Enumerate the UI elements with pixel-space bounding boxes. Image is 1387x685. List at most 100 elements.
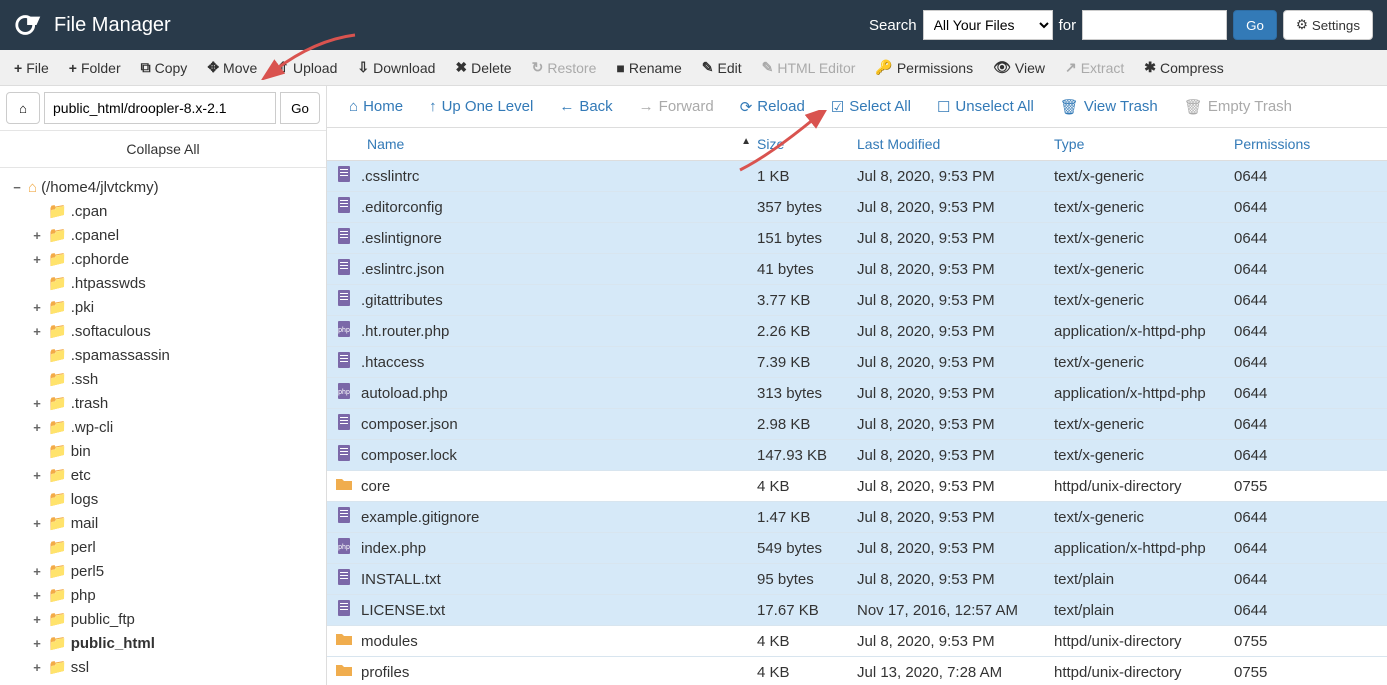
edit-button[interactable]: ✎Edit	[692, 50, 752, 86]
tree-item-perl5[interactable]: +📁perl5	[30, 559, 316, 583]
home-button[interactable]: ⌂Home	[337, 87, 415, 127]
file-button[interactable]: +File	[4, 50, 59, 86]
move-button[interactable]: ✥Move	[197, 50, 267, 86]
col-size[interactable]: Size	[757, 136, 857, 152]
tree-item-tmp[interactable]: +📁tmp	[30, 679, 316, 685]
tree-item-softaculous[interactable]: +📁.softaculous	[30, 319, 316, 343]
file-row[interactable]: core4 KBJul 8, 2020, 9:53 PMhttpd/unix-d…	[327, 471, 1387, 502]
file-row[interactable]: INSTALL.txt95 bytesJul 8, 2020, 9:53 PMt…	[327, 564, 1387, 595]
path-go-button[interactable]: Go	[280, 92, 320, 124]
col-modified[interactable]: Last Modified	[857, 136, 1054, 152]
tree-item-cpanel[interactable]: +📁.cpanel	[30, 223, 316, 247]
reload-button[interactable]: ⟳Reload	[728, 87, 817, 127]
tree-item-public_html[interactable]: +📁public_html	[30, 631, 316, 655]
search-scope-select[interactable]: All Your Files	[923, 10, 1053, 40]
copy-button[interactable]: ⧉Copy	[131, 50, 198, 86]
file-permissions: 0644	[1234, 540, 1334, 557]
tree-item-mail[interactable]: +📁mail	[30, 511, 316, 535]
file-icon	[327, 289, 361, 311]
tree-item-php[interactable]: +📁php	[30, 583, 316, 607]
delete-button[interactable]: ✖Delete	[445, 50, 521, 86]
home-icon: ⌂	[349, 98, 358, 115]
file-icon: php	[327, 320, 361, 342]
tree-toggle-icon[interactable]: +	[30, 612, 44, 627]
path-input[interactable]	[44, 92, 276, 124]
permissions-button[interactable]: 🔑Permissions	[865, 50, 983, 86]
sidebar-home-button[interactable]: ⌂	[6, 92, 40, 124]
file-row[interactable]: example.gitignore1.47 KBJul 8, 2020, 9:5…	[327, 502, 1387, 533]
file-row[interactable]: .htaccess7.39 KBJul 8, 2020, 9:53 PMtext…	[327, 347, 1387, 378]
select-all-button[interactable]: ☑Select All	[819, 87, 923, 127]
compress-button[interactable]: ✱Compress	[1134, 50, 1234, 86]
file-size: 4 KB	[757, 633, 857, 650]
tree-toggle-icon[interactable]: +	[30, 252, 44, 267]
download-button[interactable]: ⇩Download	[347, 50, 445, 86]
file-row[interactable]: .csslintrc1 KBJul 8, 2020, 9:53 PMtext/x…	[327, 161, 1387, 192]
tree-toggle-icon[interactable]: +	[30, 588, 44, 603]
file-row[interactable]: .eslintrc.json41 bytesJul 8, 2020, 9:53 …	[327, 254, 1387, 285]
file-row[interactable]: phpindex.php549 bytesJul 8, 2020, 9:53 P…	[327, 533, 1387, 564]
search-input[interactable]	[1082, 10, 1227, 40]
tree-item-cphorde[interactable]: +📁.cphorde	[30, 247, 316, 271]
file-row[interactable]: LICENSE.txt17.67 KBNov 17, 2016, 12:57 A…	[327, 595, 1387, 626]
tree-item-pki[interactable]: +📁.pki	[30, 295, 316, 319]
file-size: 1 KB	[757, 168, 857, 185]
file-row[interactable]: profiles4 KBJul 13, 2020, 7:28 AMhttpd/u…	[327, 657, 1387, 685]
tree-item-etc[interactable]: +📁etc	[30, 463, 316, 487]
upload-button[interactable]: ⇧Upload	[267, 50, 347, 86]
file-name: LICENSE.txt	[361, 602, 757, 619]
file-row[interactable]: modules4 KBJul 8, 2020, 9:53 PMhttpd/uni…	[327, 626, 1387, 657]
file-size: 17.67 KB	[757, 602, 857, 619]
tree-item-public_ftp[interactable]: +📁public_ftp	[30, 607, 316, 631]
tree-item-trash[interactable]: +📁.trash	[30, 391, 316, 415]
tree-item-ssh[interactable]: 📁.ssh	[30, 367, 316, 391]
col-type[interactable]: Type	[1054, 136, 1234, 152]
col-name[interactable]: Name▲	[327, 136, 757, 152]
file-name: composer.json	[361, 416, 757, 433]
collapse-all-button[interactable]: Collapse All	[0, 131, 326, 168]
svg-text:php: php	[338, 544, 350, 551]
unselect-all-button[interactable]: ☐Unselect All	[925, 87, 1046, 127]
tree-item-spamassassin[interactable]: 📁.spamassassin	[30, 343, 316, 367]
view-button[interactable]: 👁View	[983, 50, 1055, 86]
folder-button[interactable]: +Folder	[59, 50, 131, 86]
file-row[interactable]: .gitattributes3.77 KBJul 8, 2020, 9:53 P…	[327, 285, 1387, 316]
tree-toggle-icon[interactable]: +	[30, 396, 44, 411]
tree-toggle-icon[interactable]: +	[30, 300, 44, 315]
file-row[interactable]: phpautoload.php313 bytesJul 8, 2020, 9:5…	[327, 378, 1387, 409]
tree-toggle-icon[interactable]: +	[30, 420, 44, 435]
folder-icon: 📁	[48, 370, 67, 388]
tree-toggle-icon[interactable]: +	[30, 660, 44, 675]
tree-toggle-icon[interactable]: +	[30, 324, 44, 339]
col-permissions[interactable]: Permissions	[1234, 136, 1334, 152]
file-row[interactable]: php.ht.router.php2.26 KBJul 8, 2020, 9:5…	[327, 316, 1387, 347]
folder-icon: 📁	[48, 418, 67, 436]
tree-item-perl[interactable]: 📁perl	[30, 535, 316, 559]
file-row[interactable]: .editorconfig357 bytesJul 8, 2020, 9:53 …	[327, 192, 1387, 223]
tree-toggle-icon[interactable]: +	[30, 516, 44, 531]
tree-root[interactable]: − ⌂ (/home4/jlvtckmy)	[10, 176, 316, 199]
tree-toggle-icon[interactable]: +	[30, 564, 44, 579]
folder-icon: 📁	[48, 490, 67, 508]
tree-toggle-icon[interactable]: −	[10, 180, 24, 195]
tree-item-bin[interactable]: 📁bin	[30, 439, 316, 463]
file-row[interactable]: composer.json2.98 KBJul 8, 2020, 9:53 PM…	[327, 409, 1387, 440]
tree-item-ssl[interactable]: +📁ssl	[30, 655, 316, 679]
tree-item-wp-cli[interactable]: +📁.wp-cli	[30, 415, 316, 439]
tree-toggle-icon[interactable]: +	[30, 468, 44, 483]
rename-button[interactable]: ■Rename	[606, 50, 691, 86]
view-trash-button[interactable]: 🗑View Trash	[1048, 87, 1170, 127]
back-button[interactable]: ←Back	[547, 87, 624, 127]
search-go-button[interactable]: Go	[1233, 10, 1277, 40]
file-permissions: 0644	[1234, 168, 1334, 185]
settings-button[interactable]: ⚙Settings	[1283, 10, 1373, 40]
file-row[interactable]: composer.lock147.93 KBJul 8, 2020, 9:53 …	[327, 440, 1387, 471]
tree-item-cpan[interactable]: 📁.cpan	[30, 199, 316, 223]
tree-item-logs[interactable]: 📁logs	[30, 487, 316, 511]
up-one-level-button[interactable]: ↑Up One Level	[417, 87, 545, 127]
tree-item-htpasswds[interactable]: 📁.htpasswds	[30, 271, 316, 295]
tree-toggle-icon[interactable]: +	[30, 636, 44, 651]
folder-icon: 📁	[48, 538, 67, 556]
tree-toggle-icon[interactable]: +	[30, 228, 44, 243]
file-row[interactable]: .eslintignore151 bytesJul 8, 2020, 9:53 …	[327, 223, 1387, 254]
